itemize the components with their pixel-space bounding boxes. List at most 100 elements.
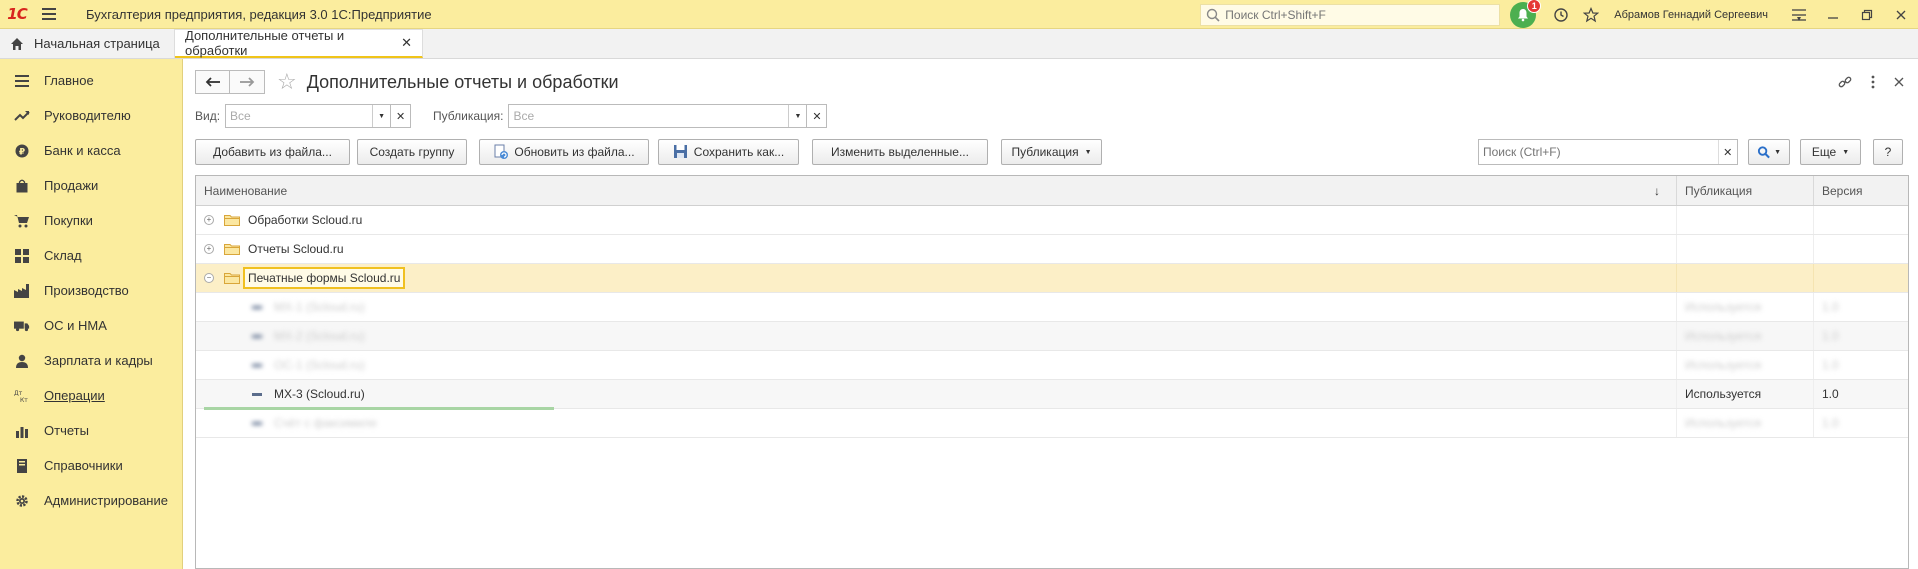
update-from-file-button[interactable]: Обновить из файла...	[479, 139, 649, 165]
row-name: МХ-1 (Scloud.ru)	[274, 300, 365, 314]
create-group-button[interactable]: Создать группу	[357, 139, 467, 165]
sidebar-item-fixed-assets[interactable]: ОС и НМА	[0, 308, 182, 343]
publication-filter-clear-icon[interactable]: ✕	[807, 104, 828, 128]
more-vertical-icon[interactable]	[1861, 70, 1885, 94]
sidebar-item-production[interactable]: Производство	[0, 273, 182, 308]
sidebar-item-label: Администрирование	[44, 493, 168, 508]
folder-icon	[224, 244, 240, 255]
sidebar-item-label: ОС и НМА	[44, 318, 107, 333]
list-search-input[interactable]	[1479, 140, 1718, 164]
button-label: Обновить из файла...	[514, 145, 635, 159]
sidebar-item-catalogs[interactable]: Справочники	[0, 448, 182, 483]
tab-active-label: Дополнительные отчеты и обработки	[185, 28, 345, 58]
column-header-publication[interactable]: Публикация	[1677, 176, 1814, 205]
global-search-input[interactable]	[1225, 7, 1486, 22]
tab-bar: Начальная страница Дополнительные отчеты…	[0, 28, 1918, 59]
sidebar-item-label: Банк и касса	[44, 143, 121, 158]
table-row[interactable]: МХ-1 (Scloud.ru) Используется 1.0	[196, 293, 1908, 322]
sidebar-item-salary[interactable]: Зарплата и кадры	[0, 343, 182, 378]
main-menu-icon[interactable]	[34, 0, 64, 29]
sidebar-item-label: Руководителю	[44, 108, 131, 123]
1c-logo: 1С	[0, 0, 34, 29]
add-to-favorites-star-icon[interactable]: ☆	[277, 71, 297, 93]
row-version: 1.0	[1822, 300, 1839, 314]
table-row[interactable]: Счёт с факсимиле Используется 1.0	[196, 409, 1908, 438]
kind-filter-clear-icon[interactable]: ✕	[391, 104, 412, 128]
reports-table[interactable]: Наименование ↓ Публикация Версия + Обраб…	[195, 175, 1909, 569]
expand-icon[interactable]: +	[204, 244, 214, 254]
sidebar-item-main[interactable]: Главное	[0, 63, 182, 98]
list-search-field[interactable]: ✕	[1478, 139, 1738, 165]
publication-filter-label: Публикация:	[433, 109, 504, 123]
sidebar-item-bank[interactable]: ₽ Банк и касса	[0, 133, 182, 168]
column-header-version[interactable]: Версия	[1814, 176, 1908, 205]
publication-filter-select[interactable]: Все ▼	[508, 104, 808, 128]
tab-home[interactable]: Начальная страница	[0, 29, 175, 58]
notifications-bell-icon[interactable]: 1	[1510, 0, 1542, 28]
link-icon[interactable]	[1833, 70, 1857, 94]
global-search-field[interactable]	[1200, 3, 1501, 26]
row-version: 1.0	[1822, 387, 1839, 401]
sidebar-item-reports[interactable]: Отчеты	[0, 413, 182, 448]
kind-filter-select[interactable]: Все ▼	[225, 104, 392, 128]
back-button[interactable]	[195, 70, 230, 94]
arrow-right-icon	[240, 77, 255, 87]
sidebar-item-sales[interactable]: Продажи	[0, 168, 182, 203]
row-version: 1.0	[1822, 329, 1839, 343]
table-row[interactable]: МХ-2 (Scloud.ru) Используется 1.0	[196, 322, 1908, 351]
column-header-label: Наименование	[204, 183, 288, 198]
collapse-icon[interactable]: −	[204, 273, 214, 283]
report-item-icon	[252, 305, 262, 309]
close-tab-icon[interactable]: ✕	[401, 35, 412, 51]
sidebar-item-label: Производство	[44, 283, 129, 298]
forward-button[interactable]	[230, 70, 265, 94]
tab-additional-reports[interactable]: Дополнительные отчеты и обработки ✕	[175, 28, 423, 58]
help-button[interactable]: ?	[1873, 139, 1903, 165]
close-form-icon[interactable]	[1887, 70, 1911, 94]
svg-text:Дт: Дт	[14, 390, 23, 397]
folder-icon	[224, 273, 240, 284]
report-item-icon	[252, 421, 262, 425]
search-clear-icon[interactable]: ✕	[1717, 140, 1737, 164]
close-window-icon[interactable]	[1884, 0, 1918, 29]
restore-icon[interactable]	[1850, 0, 1884, 29]
save-as-button[interactable]: Сохранить как...	[658, 139, 799, 165]
sidebar-item-label: Склад	[44, 248, 82, 263]
button-label: Публикация	[1011, 145, 1079, 159]
minimize-icon[interactable]	[1816, 0, 1850, 29]
search-options-button[interactable]: ▼	[1748, 139, 1790, 165]
change-selected-button[interactable]: Изменить выделенные...	[812, 139, 988, 165]
sidebar-item-label: Справочники	[44, 458, 123, 473]
home-icon	[11, 37, 23, 50]
history-icon[interactable]	[1546, 0, 1576, 29]
publication-menu-button[interactable]: Публикация ▼	[1001, 139, 1102, 165]
table-row[interactable]: ОС-1 (Scloud.ru) Используется 1.0	[196, 351, 1908, 380]
chevron-down-icon[interactable]: ▼	[788, 105, 806, 127]
row-version: 1.0	[1822, 358, 1839, 372]
table-row[interactable]: + Отчеты Scloud.ru	[196, 235, 1908, 264]
column-header-name[interactable]: Наименование ↓	[196, 176, 1677, 205]
table-row-selected[interactable]: − Печатные формы Scloud.ru	[196, 264, 1908, 293]
favorites-star-icon[interactable]	[1576, 0, 1606, 29]
shopping-bag-icon	[14, 178, 30, 194]
sidebar-item-purchases[interactable]: Покупки	[0, 203, 182, 238]
sidebar-item-operations[interactable]: Дт Кт Операции	[0, 378, 182, 413]
sidebar-item-administration[interactable]: Администрирование	[0, 483, 182, 518]
command-bar: Добавить из файла... Создать группу Обно…	[195, 139, 1909, 165]
row-name: Отчеты Scloud.ru	[248, 242, 344, 256]
expand-icon[interactable]: +	[204, 215, 214, 225]
table-row[interactable]: МХ-3 (Scloud.ru) Используется 1.0	[196, 380, 1908, 410]
more-menu-button[interactable]: Еще ▼	[1800, 139, 1861, 165]
sidebar-item-warehouse[interactable]: Склад	[0, 238, 182, 273]
sidebar-item-label: Отчеты	[44, 423, 89, 438]
row-publication: Используется	[1685, 329, 1762, 343]
chevron-down-icon[interactable]: ▼	[372, 105, 390, 127]
settings-menu-icon[interactable]	[1782, 0, 1816, 29]
user-name[interactable]: Абрамов Геннадий Сергеевич	[1614, 9, 1768, 21]
add-from-file-button[interactable]: Добавить из файла...	[195, 139, 350, 165]
search-icon	[1207, 8, 1220, 22]
bar-chart-icon	[14, 423, 30, 439]
table-row[interactable]: + Обработки Scloud.ru	[196, 206, 1908, 235]
update-file-icon	[494, 144, 509, 159]
sidebar-item-manager[interactable]: Руководителю	[0, 98, 182, 133]
